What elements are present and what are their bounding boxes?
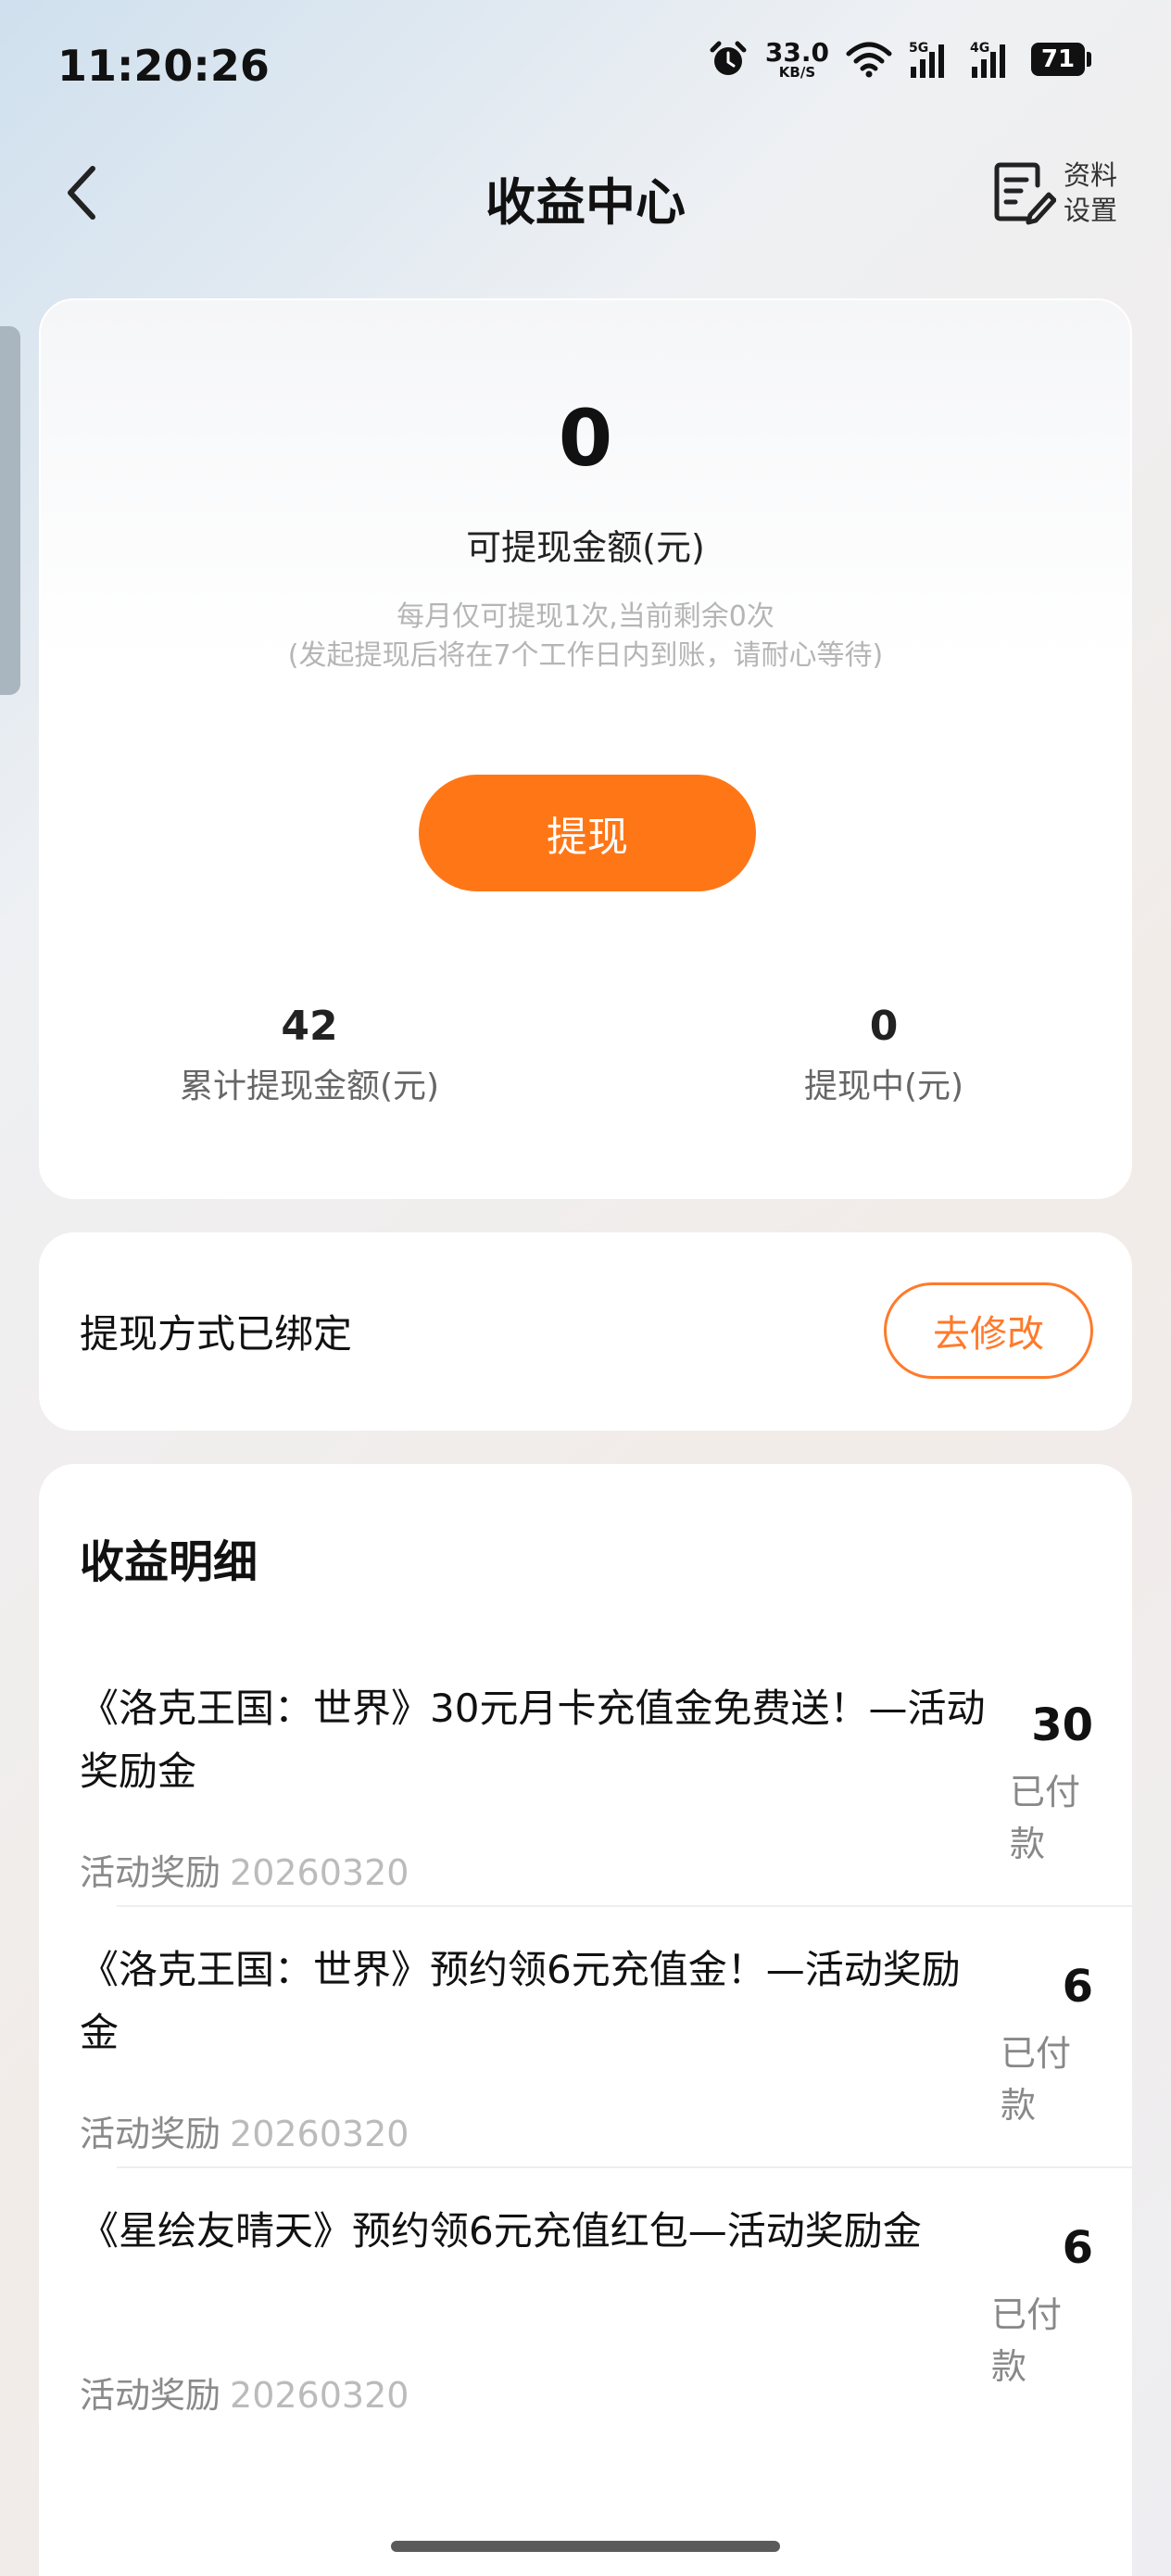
list-item-type: 活动奖励 [80,1852,221,1893]
edit-document-icon [994,162,1056,225]
list-item-title: 《星绘友晴天》预约领6元充值红包—活动奖励金 [80,2208,922,2254]
page-header: 收益中心 资料设置 [0,139,1171,250]
balance-card: 0 可提现金额(元) 每月仅可提现1次,当前剩余0次 (发起提现后将在7个工作日… [39,298,1132,1199]
net-speed-value: 33.0 [764,36,829,68]
list-item-status: 已付款 [1001,2033,1072,2126]
settings-label: 资料设置 [1064,159,1118,226]
withdrawable-amount-label: 可提现金额(元) [466,527,705,568]
home-indicator[interactable] [391,2541,780,2552]
list-item-date: 20260320 [230,2114,409,2154]
modify-method-button[interactable]: 去修改 [884,1282,1093,1379]
list-item-amount: 6 [1062,1961,1093,2013]
list-item-amount: 6 [1062,2222,1093,2274]
total-withdrawn-label: 累计提现金额(元) [179,1067,440,1105]
withdrawing-value: 0 [869,1003,899,1050]
withdraw-method-status: 提现方式已绑定 [80,1311,353,1357]
withdraw-button[interactable]: 提现 [419,775,756,891]
list-item-status: 已付款 [991,2294,1063,2387]
list-item[interactable]: 《洛克王国：世界》30元月卡充值金免费送！—活动奖励金 活动奖励 20260320… [80,1677,1093,1900]
net-speed-unit: KB/S [778,63,816,81]
status-bar: 11:20:26 33.0 KB/S 5G 4G 71 [0,0,1171,139]
total-withdrawn-stat: 42 累计提现金额(元) [133,1003,485,1107]
withdrawing-label: 提现中(元) [803,1067,964,1105]
alarm-icon [708,39,749,80]
signal-5g-icon: 5G [909,39,953,80]
withdrawing-stat: 0 提现中(元) [708,1003,1060,1107]
withdraw-limit-note: 每月仅可提现1次,当前剩余0次 [397,600,774,633]
list-item[interactable]: 《星绘友晴天》预约领6元充值红包—活动奖励金 活动奖励 20260320 6 已付… [80,2200,1093,2422]
earnings-detail-card: 收益明细 《洛克王国：世界》30元月卡充值金免费送！—活动奖励金 活动奖励 202… [39,1464,1132,2576]
list-item-meta: 活动奖励 20260320 [80,2105,409,2156]
list-item[interactable]: 《洛克王国：世界》预约领6元充值金！—活动奖励金 活动奖励 20260320 6 … [80,1938,1093,2161]
list-item-type: 活动奖励 [80,2375,221,2416]
battery-icon: 71 [1031,43,1091,76]
withdraw-arrival-note: (发起提现后将在7个工作日内到账，请耐心等待) [287,639,884,672]
list-item-date: 20260320 [230,1852,409,1893]
battery-level: 71 [1031,43,1085,76]
list-item-meta: 活动奖励 20260320 [80,2367,409,2418]
withdraw-method-card: 提现方式已绑定 去修改 [39,1232,1132,1431]
status-icons: 33.0 KB/S 5G 4G 71 [708,39,1091,80]
divider [117,1905,1132,1907]
signal-4g-icon: 4G [970,39,1014,80]
status-time: 11:20:26 [57,41,270,91]
divider [117,2166,1132,2168]
signal-5g-text: 5G [909,41,928,56]
list-item-title: 《洛克王国：世界》30元月卡充值金免费送！—活动奖励金 [80,1686,986,1794]
withdrawable-amount: 0 [558,393,613,484]
list-item-date: 20260320 [230,2375,409,2416]
net-speed: 33.0 KB/S [764,36,829,81]
wifi-icon [846,41,892,78]
earnings-detail-title: 收益明细 [80,1536,258,1588]
signal-4g-text: 4G [970,41,989,56]
list-item-title: 《洛克王国：世界》预约领6元充值金！—活动奖励金 [80,1947,961,2055]
side-drawer-handle[interactable] [0,326,20,695]
list-item-meta: 活动奖励 20260320 [80,1844,409,1895]
total-withdrawn-value: 42 [281,1003,338,1050]
list-item-type: 活动奖励 [80,2114,221,2154]
list-item-amount: 30 [1031,1699,1093,1751]
profile-settings-button[interactable]: 资料设置 [991,158,1128,228]
list-item-status: 已付款 [1010,1772,1081,1864]
